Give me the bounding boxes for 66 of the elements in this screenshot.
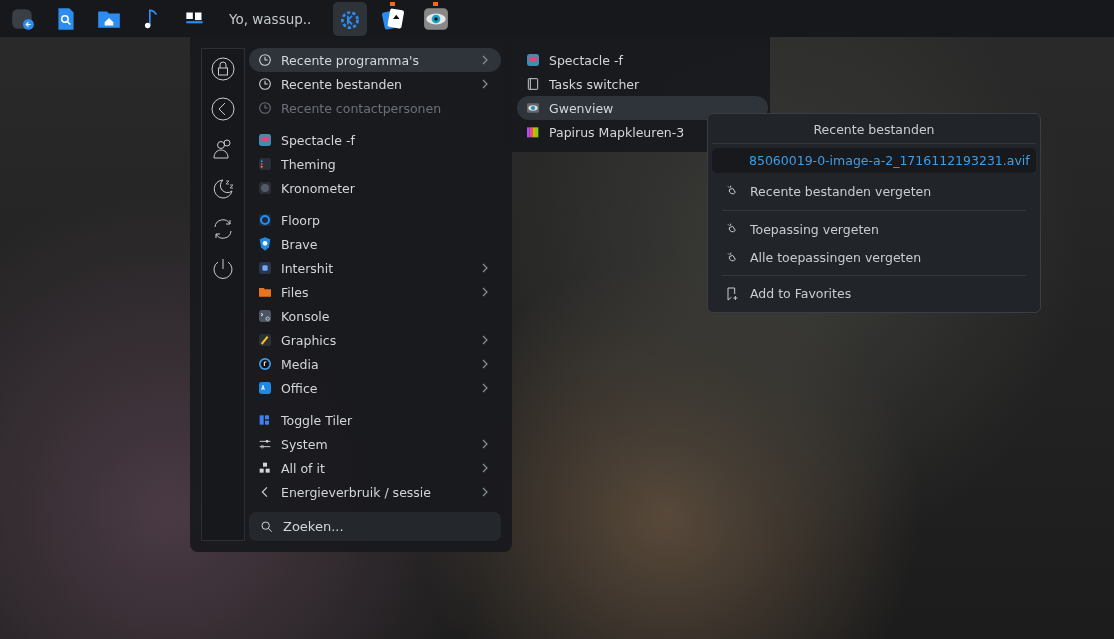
eye-icon [525, 100, 541, 116]
menu-item[interactable]: Intershit [249, 256, 501, 280]
session-button[interactable] [210, 257, 236, 281]
menu-item[interactable]: Spectacle -f [517, 48, 768, 72]
menu-item[interactable]: Add to Favorites [712, 279, 1036, 308]
session-button[interactable] [210, 97, 236, 121]
chevron-right-icon [481, 78, 489, 90]
menu-item[interactable]: Media [249, 352, 501, 376]
menu-item[interactable]: Toggle Tiler [249, 408, 501, 432]
menu-item[interactable]: Recente bestanden [249, 72, 501, 96]
chevron-right-icon [481, 54, 489, 66]
shield-icon [257, 236, 273, 252]
search-field[interactable]: Zoeken... [249, 512, 501, 541]
menu-item[interactable]: Kronometer [249, 176, 501, 200]
chevron-right-icon [481, 438, 489, 450]
menu-item[interactable]: Energieverbruik / sessie [249, 480, 501, 504]
menu-item[interactable]: Brave [249, 232, 501, 256]
menu-item[interactable]: Theming [249, 152, 501, 176]
clock-icon [257, 76, 273, 92]
terminal-icon [257, 308, 273, 324]
power-icon [211, 257, 235, 281]
menu-item[interactable]: Tasks switcher [517, 72, 768, 96]
menu-item[interactable]: Toepassing vergeten [712, 214, 1036, 244]
chevron-right-icon [481, 262, 489, 274]
chevron-right-icon [481, 382, 489, 394]
chevron-right-icon [481, 334, 489, 346]
dial-icon [257, 180, 273, 196]
file-link[interactable]: 85060019-0-image-a-2_1716112193231.avif [712, 148, 1036, 173]
menu-item[interactable]: Recente bestanden vergeten [712, 177, 1036, 206]
menu-item[interactable]: Files [249, 280, 501, 304]
menu-item[interactable]: Graphics [249, 328, 501, 352]
swirl-icon [257, 212, 273, 228]
back-icon [211, 97, 235, 121]
panel-icon [525, 76, 541, 92]
chevron-right-icon [481, 286, 489, 298]
chevron-right-icon [481, 486, 489, 498]
clock-icon [257, 52, 273, 68]
clock-icon [257, 100, 273, 116]
menu-item[interactable]: Spectacle -f [249, 128, 501, 152]
menu-title: Recente bestanden [712, 118, 1036, 144]
menu-item[interactable]: Gwenview [517, 96, 768, 120]
monitor-icon [257, 132, 273, 148]
translate-icon [257, 380, 273, 396]
menu-item[interactable]: Konsole [249, 304, 501, 328]
monitor-icon [525, 52, 541, 68]
grid-icon [257, 260, 273, 276]
wand-icon [257, 332, 273, 348]
menu-item[interactable]: System [249, 432, 501, 456]
lock-icon [211, 57, 235, 81]
refresh-icon [211, 217, 235, 241]
color-stripes-icon [525, 124, 541, 140]
menu-item[interactable]: Recente programma's [249, 48, 501, 72]
menu-item[interactable]: Alle toepassingen vergeten [712, 243, 1036, 273]
menu-item[interactable]: Office [249, 376, 501, 400]
session-button[interactable] [210, 57, 236, 81]
chevron-right-icon [481, 358, 489, 370]
greeting-text: Yo, wassup.. [229, 10, 312, 27]
list-icon [257, 156, 273, 172]
menu-item[interactable]: Floorp [249, 208, 501, 232]
menu-item[interactable]: All of it [249, 456, 501, 480]
chevron-right-icon [481, 462, 489, 474]
eye-icon [423, 5, 450, 32]
blocks-icon [257, 460, 273, 476]
sleep-icon [211, 177, 235, 201]
music-note-icon [257, 356, 273, 372]
bookmark-add-icon [724, 285, 740, 302]
